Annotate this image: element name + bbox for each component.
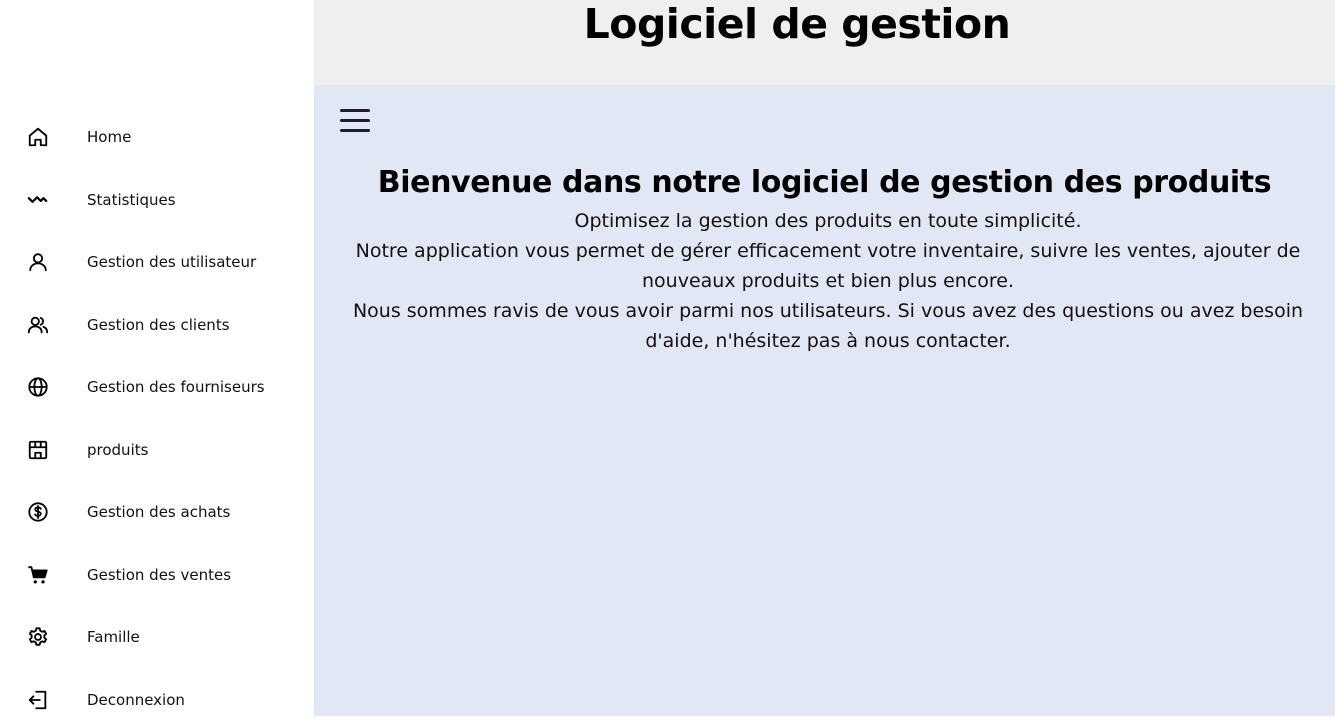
welcome-paragraph: Nous sommes ravis de vous avoir parmi no… [352,300,1304,352]
welcome-title: Bienvenue dans notre logiciel de gestion… [377,165,1272,200]
sidebar-item-label: Gestion des achats [87,503,231,521]
gear-icon [26,625,50,649]
logout-icon [26,688,50,712]
hamburger-menu-icon[interactable] [338,107,372,135]
sidebar-item-label: Gestion des fourniseurs [87,378,265,396]
main-content: Bienvenue dans notre logiciel de gestion… [314,85,1335,716]
sidebar-item-achats[interactable]: Gestion des achats [0,489,314,535]
sidebar-item-produits[interactable]: produits [0,427,314,473]
dollar-circle-icon [26,500,50,524]
sidebar-item-deconnexion[interactable]: Deconnexion [0,677,314,723]
sidebar-item-clients[interactable]: Gestion des clients [0,302,314,348]
sidebar-item-utilisateurs[interactable]: Gestion des utilisateur [0,239,314,285]
sidebar-item-label: Statistiques [87,191,176,209]
welcome-paragraph: Optimisez la gestion des produits en tou… [574,210,1082,232]
store-icon [26,438,50,462]
page-title: Logiciel de gestion [583,0,1011,48]
sidebar-item-statistiques[interactable]: Statistiques [0,177,314,223]
activity-icon [26,188,50,212]
sidebar-item-label: Home [87,128,132,146]
globe-icon [26,375,50,399]
sidebar-item-home[interactable]: Home [0,114,314,160]
home-icon [26,125,50,149]
app-header: Logiciel de gestion [314,0,1335,85]
sidebar-item-label: Famille [87,628,140,646]
sidebar-item-label: Gestion des utilisateur [87,253,257,271]
sidebar: Home Statistiques Gestion des utilisateu… [0,0,314,716]
user-icon [26,250,50,274]
welcome-text: Optimisez la gestion des produits en tou… [328,206,1328,356]
sidebar-item-ventes[interactable]: Gestion des ventes [0,552,314,598]
sidebar-item-label: produits [87,441,149,459]
users-icon [26,313,50,337]
sidebar-item-label: Gestion des ventes [87,566,232,584]
welcome-paragraph: Notre application vous permet de gérer e… [355,240,1301,292]
cart-icon [26,563,50,587]
sidebar-item-label: Gestion des clients [87,316,230,334]
sidebar-item-fournisseurs[interactable]: Gestion des fourniseurs [0,364,314,410]
sidebar-item-label: Deconnexion [87,691,185,709]
sidebar-item-famille[interactable]: Famille [0,614,314,660]
